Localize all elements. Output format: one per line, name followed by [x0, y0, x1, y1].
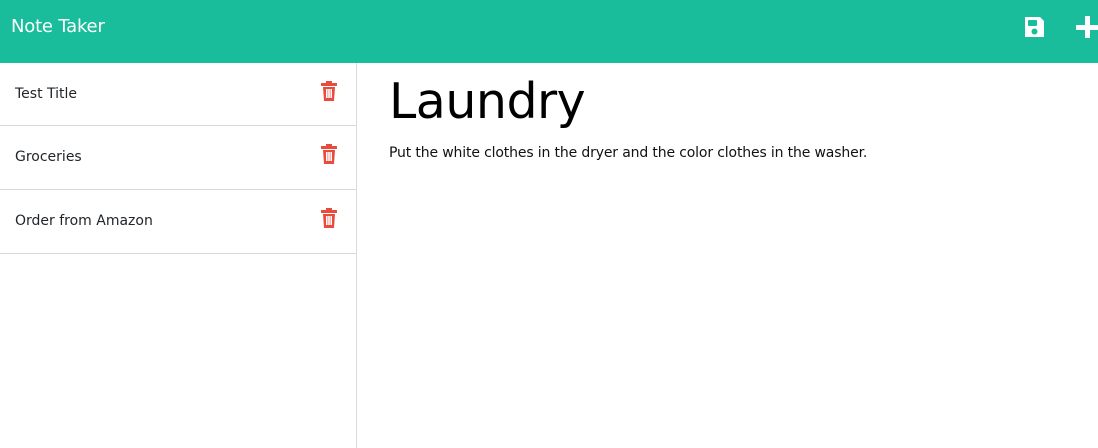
note-list-item[interactable]: Order from Amazon — [0, 190, 356, 254]
note-editor: Laundry Put the white clothes in the dry… — [357, 63, 1098, 448]
plus-icon[interactable] — [1074, 14, 1098, 40]
note-body[interactable]: Put the white clothes in the dryer and t… — [389, 144, 867, 162]
note-heading[interactable]: Laundry — [389, 76, 586, 128]
notes-sidebar: Test Title Groceries Order from Amazon — [0, 63, 357, 448]
note-list-item[interactable]: Groceries — [0, 126, 356, 190]
trash-icon[interactable] — [320, 144, 338, 164]
note-list-item[interactable]: Test Title — [0, 63, 356, 126]
app-title[interactable]: Note Taker — [11, 16, 105, 38]
trash-icon[interactable] — [320, 81, 338, 101]
save-icon[interactable] — [1021, 14, 1047, 40]
top-navbar: Note Taker — [0, 0, 1098, 63]
note-title: Order from Amazon — [15, 213, 153, 229]
note-title: Test Title — [15, 86, 78, 102]
note-title: Groceries — [15, 149, 82, 165]
trash-icon[interactable] — [320, 208, 338, 228]
